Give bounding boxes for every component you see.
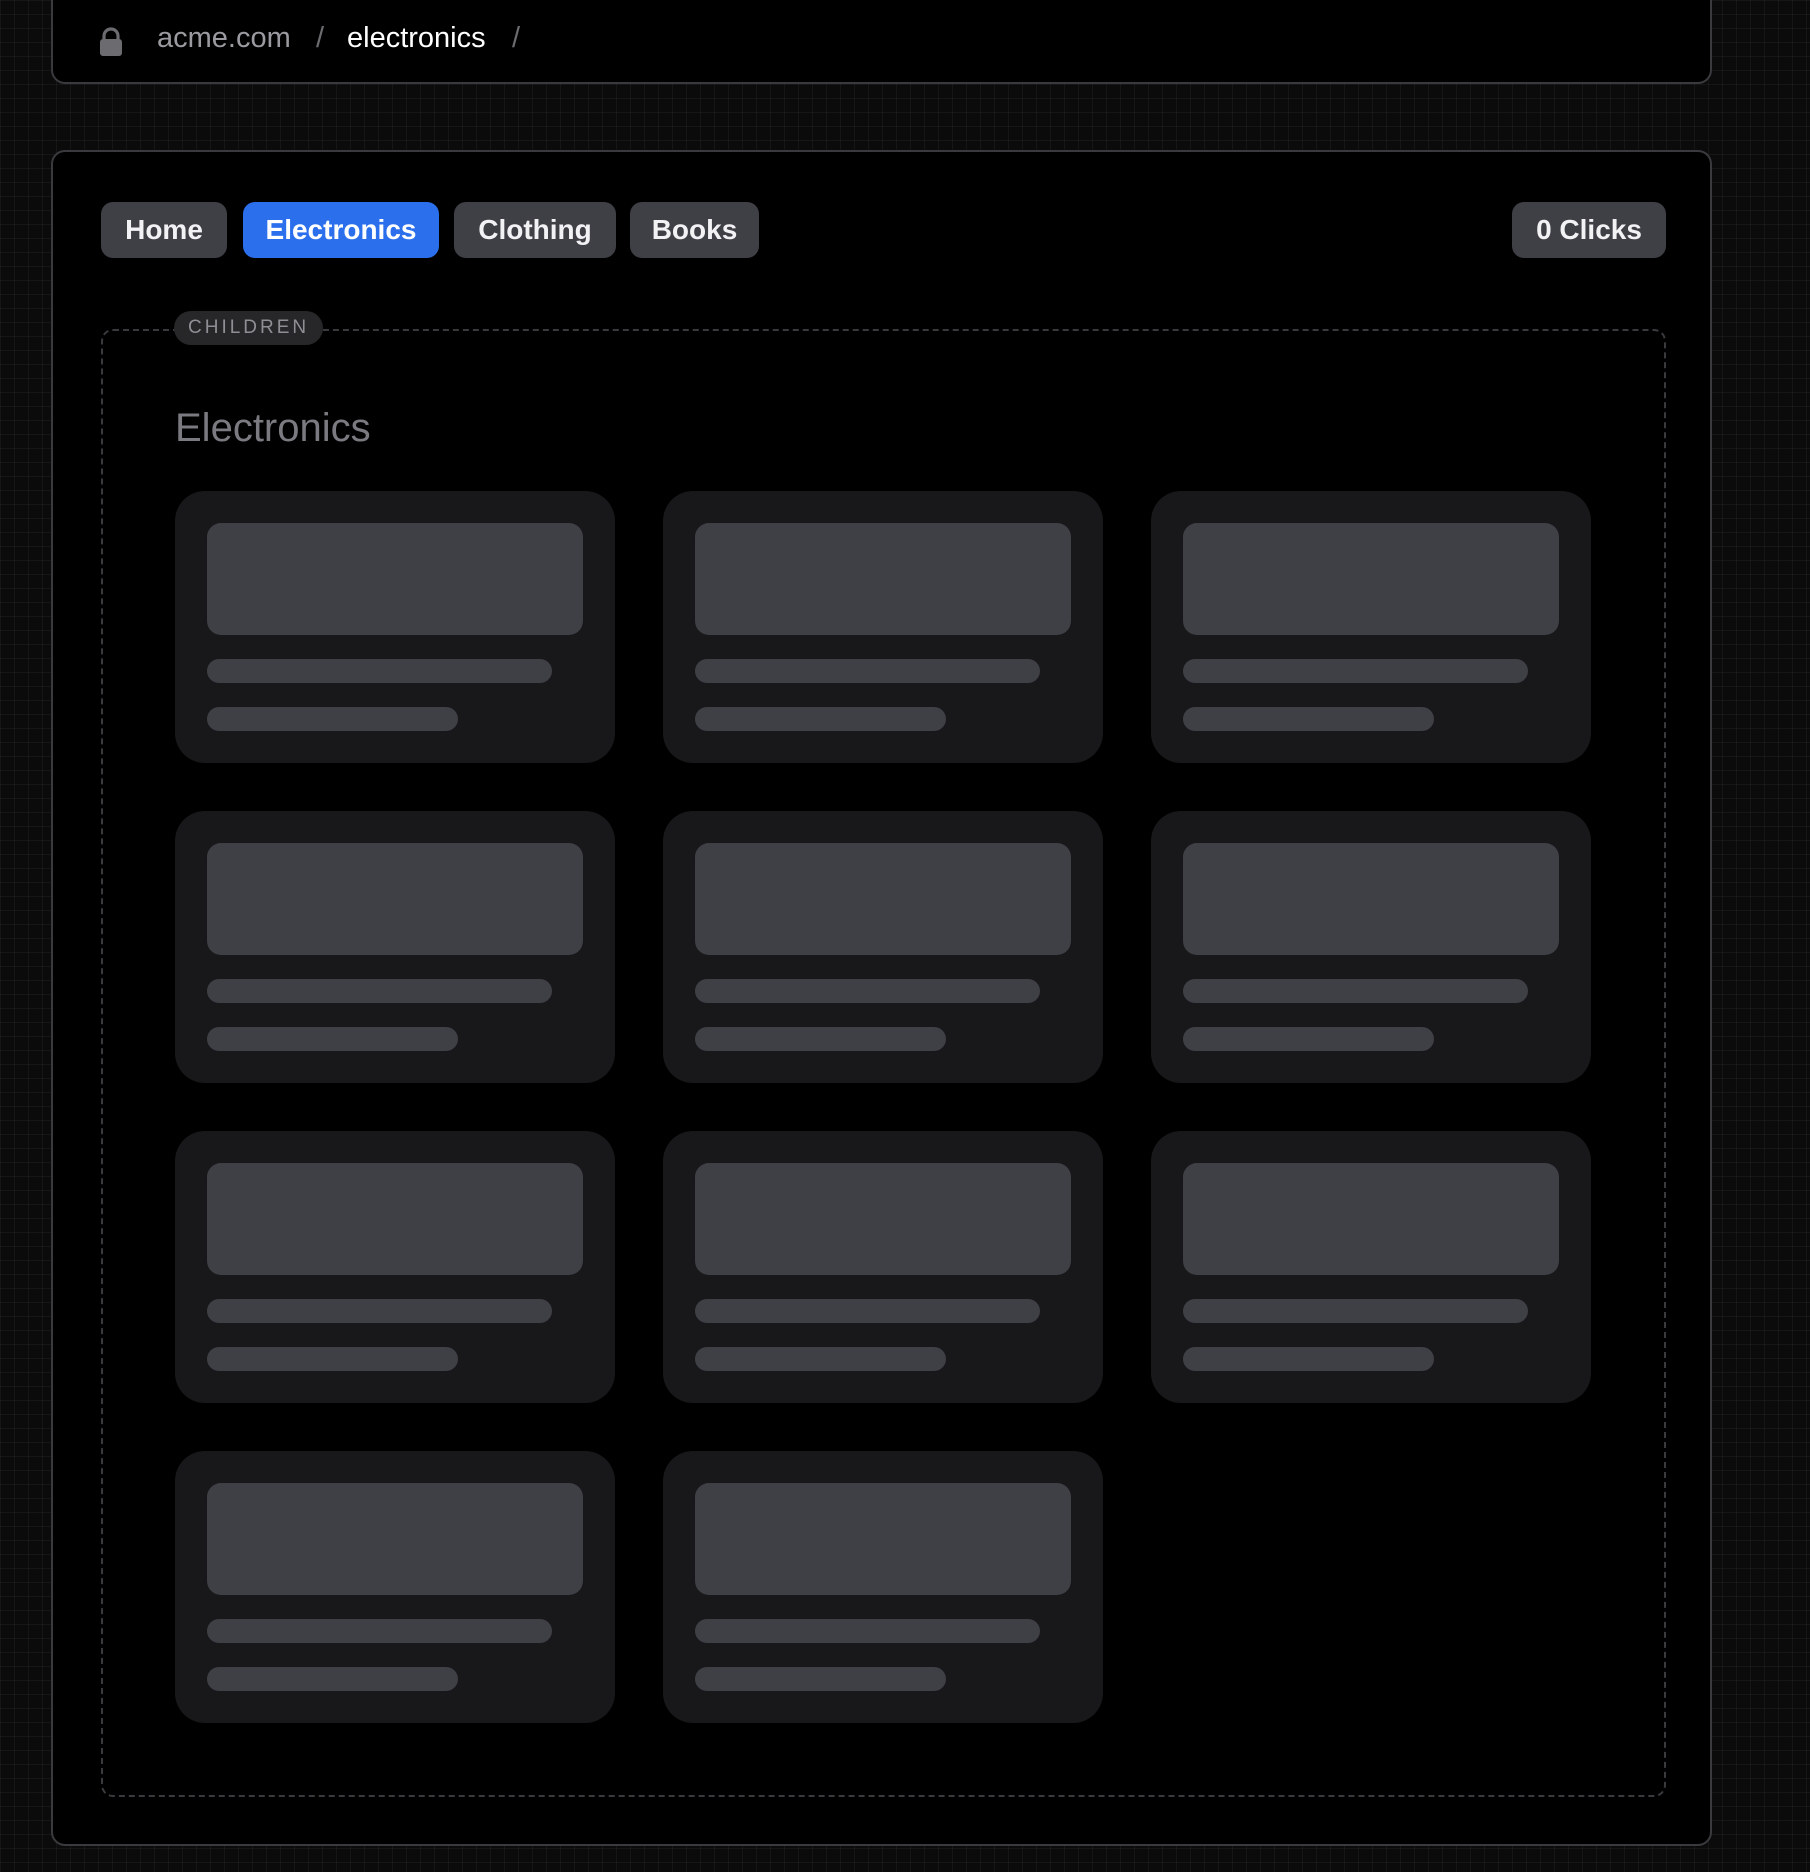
- skeleton-card: [175, 811, 615, 1083]
- skeleton-card-grid: [175, 491, 1595, 1723]
- skeleton-text-line: [207, 659, 552, 683]
- skeleton-text-line: [207, 1027, 458, 1051]
- skeleton-card: [663, 811, 1103, 1083]
- skeleton-image: [207, 843, 583, 955]
- skeleton-text-line: [695, 1347, 946, 1371]
- skeleton-card: [175, 1131, 615, 1403]
- skeleton-card: [1151, 1131, 1591, 1403]
- skeleton-text-line: [695, 1619, 1040, 1643]
- skeleton-image: [1183, 1163, 1559, 1275]
- skeleton-image: [695, 523, 1071, 635]
- skeleton-text-line: [1183, 659, 1528, 683]
- skeleton-image: [695, 1163, 1071, 1275]
- skeleton-text-line: [207, 1299, 552, 1323]
- skeleton-text-line: [695, 1299, 1040, 1323]
- skeleton-text-line: [695, 1667, 946, 1691]
- skeleton-text-line: [1183, 1027, 1434, 1051]
- skeleton-text-line: [207, 979, 552, 1003]
- skeleton-image: [695, 843, 1071, 955]
- skeleton-card: [175, 1451, 615, 1723]
- skeleton-card: [663, 491, 1103, 763]
- lock-icon: [100, 27, 122, 56]
- skeleton-text-line: [207, 1667, 458, 1691]
- children-container: CHILDREN Electronics: [101, 311, 1666, 1797]
- skeleton-text-line: [1183, 979, 1528, 1003]
- nav-link-home[interactable]: Home: [101, 202, 227, 258]
- breadcrumb-current[interactable]: electronics: [347, 18, 486, 58]
- skeleton-image: [1183, 523, 1559, 635]
- section-title: Electronics: [175, 406, 371, 450]
- breadcrumb-separator: /: [316, 22, 325, 54]
- skeleton-card: [663, 1131, 1103, 1403]
- skeleton-card: [1151, 811, 1591, 1083]
- skeleton-text-line: [695, 979, 1040, 1003]
- breadcrumb-separator: /: [512, 22, 521, 54]
- skeleton-image: [1183, 843, 1559, 955]
- nav-link-electronics[interactable]: Electronics: [243, 202, 439, 258]
- skeleton-image: [207, 1483, 583, 1595]
- skeleton-image: [207, 1163, 583, 1275]
- skeleton-text-line: [695, 659, 1040, 683]
- skeleton-card: [663, 1451, 1103, 1723]
- skeleton-card: [175, 491, 615, 763]
- main-panel: Home Electronics Clothing Books 0 Clicks…: [51, 150, 1712, 1846]
- skeleton-text-line: [207, 1619, 552, 1643]
- breadcrumb-domain[interactable]: acme.com: [157, 18, 291, 58]
- skeleton-text-line: [207, 1347, 458, 1371]
- skeleton-text-line: [695, 707, 946, 731]
- nav-link-clothing[interactable]: Clothing: [454, 202, 616, 258]
- skeleton-card: [1151, 491, 1591, 763]
- skeleton-image: [207, 523, 583, 635]
- skeleton-image: [695, 1483, 1071, 1595]
- nav-link-books[interactable]: Books: [630, 202, 759, 258]
- skeleton-text-line: [1183, 1299, 1528, 1323]
- skeleton-text-line: [695, 1027, 946, 1051]
- children-label: CHILDREN: [174, 311, 324, 345]
- skeleton-text-line: [1183, 707, 1434, 731]
- address-bar[interactable]: acme.com / electronics /: [51, 0, 1712, 84]
- clicks-counter-button[interactable]: 0 Clicks: [1512, 202, 1666, 258]
- skeleton-text-line: [207, 707, 458, 731]
- skeleton-text-line: [1183, 1347, 1434, 1371]
